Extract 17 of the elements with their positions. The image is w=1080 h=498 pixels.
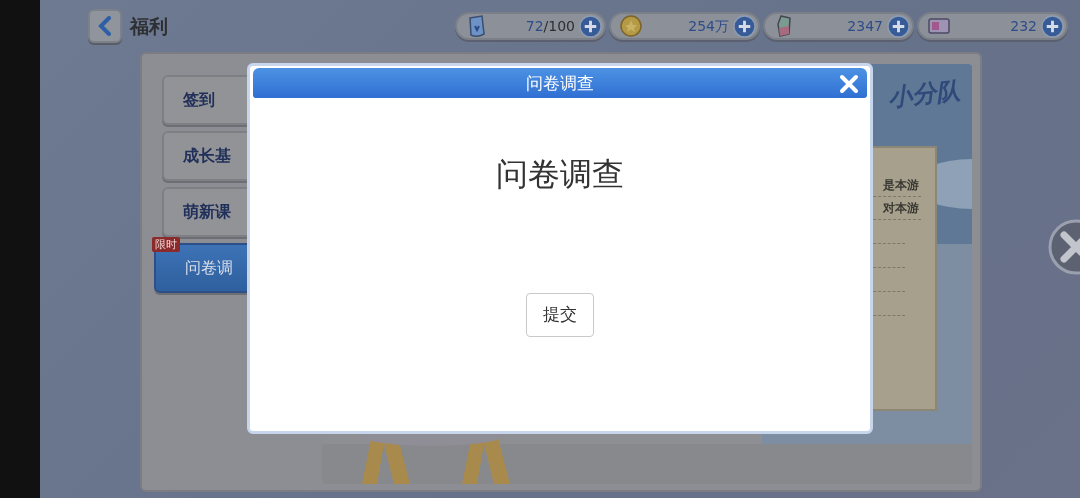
- plus-icon[interactable]: [733, 14, 756, 38]
- resource-amount: 2347: [847, 16, 883, 36]
- back-icon: [98, 16, 112, 36]
- dialog-heading: 问卷调查: [495, 154, 625, 195]
- coin-icon: [619, 14, 643, 38]
- submit-button[interactable]: 提交: [526, 293, 594, 337]
- resource-amount: 254万: [688, 16, 729, 36]
- plus-icon[interactable]: [579, 14, 602, 38]
- close-icon[interactable]: [1048, 219, 1080, 275]
- resource-amount: 72/100: [525, 16, 575, 36]
- close-icon: [837, 72, 861, 96]
- page-title: 福利: [130, 13, 168, 39]
- badge-ribbon: 限时: [152, 237, 180, 253]
- plus-icon[interactable]: [887, 14, 910, 38]
- plus-icon[interactable]: [1041, 14, 1064, 38]
- resource-amount: 232: [1010, 16, 1037, 36]
- dialog-title: 问卷调查: [526, 73, 594, 93]
